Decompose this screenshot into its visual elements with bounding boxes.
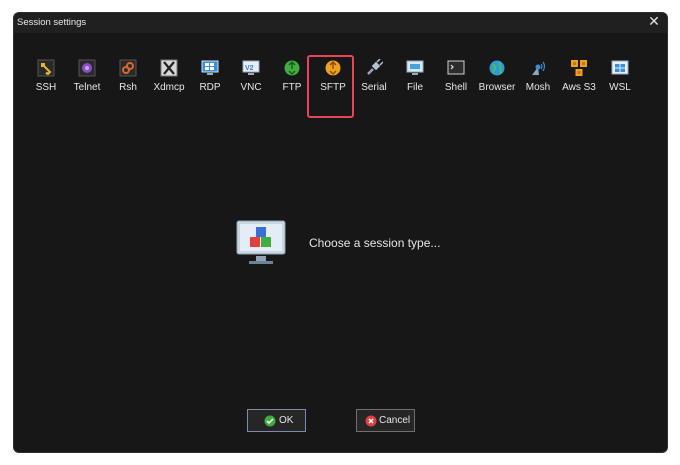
session-type-label: WSL: [609, 82, 631, 93]
empty-state: Choose a session type...: [236, 220, 496, 270]
ok-label: OK: [279, 415, 294, 426]
close-icon[interactable]: ✕: [647, 15, 661, 29]
check-icon: [264, 415, 276, 427]
telnet-icon: [78, 59, 96, 77]
globe-icon: [489, 60, 505, 76]
cancel-button[interactable]: Cancel: [356, 409, 415, 432]
cancel-icon: [365, 415, 377, 427]
rsh-icon: [119, 59, 137, 77]
windows-icon: [611, 60, 629, 75]
session-type-toolbar: SSH Telnet Rsh Xdmcp RDP V2 VNC FTP SFTP…: [14, 33, 667, 118]
monitor-cubes-icon: [236, 220, 286, 264]
ftp-icon: [284, 60, 300, 76]
serial-plug-icon: [367, 59, 383, 75]
session-type-wsl[interactable]: WSL: [597, 59, 643, 109]
window-title: Session settings: [17, 17, 87, 28]
cancel-label: Cancel: [379, 415, 411, 426]
aws-s3-icon: [571, 60, 587, 76]
file-icon: [406, 60, 424, 75]
title-bar: Session settings ✕: [14, 13, 667, 33]
ssh-key-icon: [37, 59, 55, 77]
ok-button[interactable]: OK: [247, 409, 306, 432]
vnc-icon: V2: [242, 60, 260, 75]
mosh-antenna-icon: [532, 61, 546, 75]
shell-icon: [447, 60, 465, 75]
xdmcp-icon: [160, 59, 178, 77]
choose-session-text: Choose a session type...: [309, 236, 441, 250]
session-settings-dialog: Session settings ✕ SSH Telnet Rsh Xdmcp …: [13, 12, 668, 453]
svg-text:V2: V2: [245, 65, 254, 72]
rdp-icon: [201, 60, 219, 75]
sftp-icon: [325, 60, 341, 76]
